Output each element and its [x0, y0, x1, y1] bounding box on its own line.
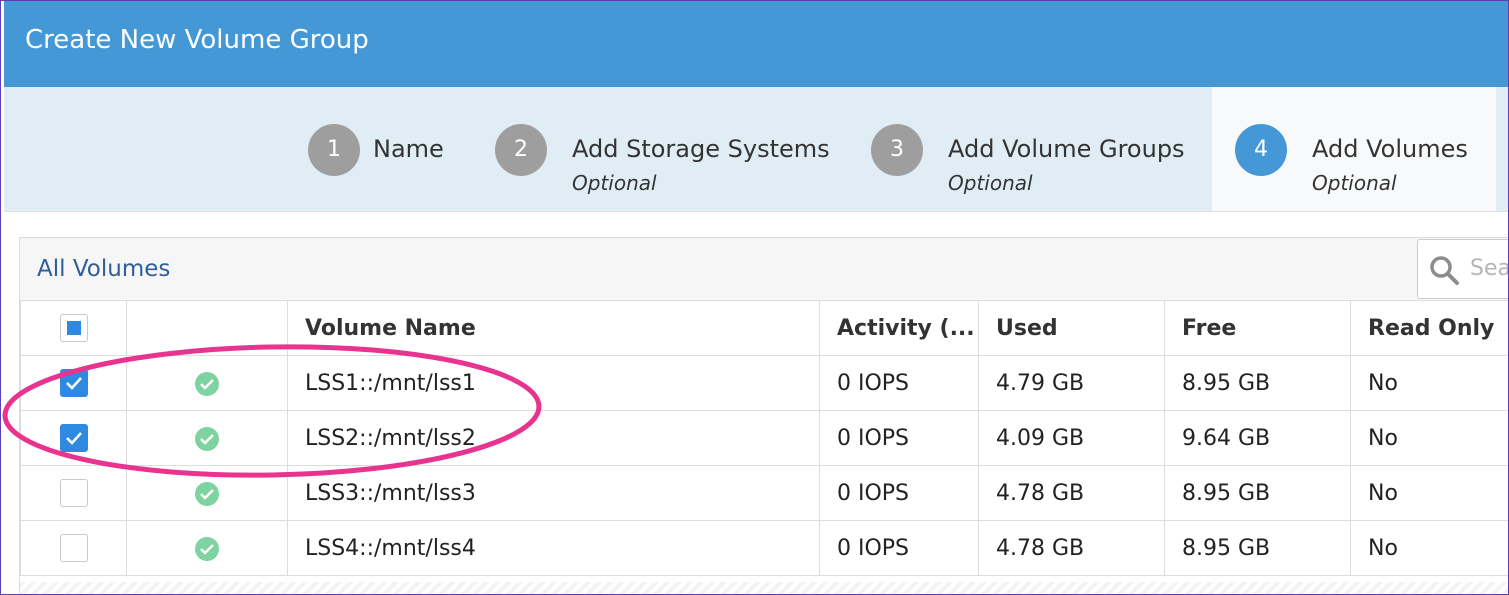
volume-read-only: No	[1350, 465, 1508, 521]
status-cell	[126, 465, 288, 521]
dialog-titlebar: Create New Volume Group	[4, 1, 1508, 87]
volume-used: 4.78 GB	[978, 520, 1165, 576]
volume-free: 8.95 GB	[1164, 465, 1351, 521]
row-select-cell	[20, 465, 127, 521]
column-header-volume-name[interactable]: Volume Name	[287, 300, 820, 356]
row-select-cell	[20, 520, 127, 576]
volume-free: 8.95 GB	[1164, 520, 1351, 576]
search-placeholder: Sea	[1470, 256, 1509, 281]
search-input[interactable]: Sea	[1417, 239, 1509, 299]
row-select-cell	[20, 410, 127, 466]
volume-used: 4.78 GB	[978, 465, 1165, 521]
volume-activity: 0 IOPS	[819, 465, 979, 521]
table-footer-stripe	[20, 582, 1508, 594]
row-checkbox[interactable]	[59, 534, 88, 562]
step-label: Add Volume Groups	[948, 135, 1185, 163]
row-checkbox[interactable]	[59, 369, 88, 397]
volume-free: 8.95 GB	[1164, 355, 1351, 411]
checkmark-icon	[65, 432, 82, 445]
volume-used: 4.79 GB	[978, 355, 1165, 411]
volume-activity: 0 IOPS	[819, 410, 979, 466]
step-number-badge: 3	[871, 124, 923, 176]
step-number-badge: 2	[495, 124, 547, 176]
table-row[interactable]: LSS2::/mnt/lss2 0 IOPS 4.09 GB 9.64 GB N…	[20, 410, 1508, 466]
step-number-badge: 4	[1235, 124, 1287, 176]
status-ok-icon	[195, 481, 219, 506]
column-header-used[interactable]: Used	[978, 300, 1165, 356]
volume-activity: 0 IOPS	[819, 520, 979, 576]
row-checkbox[interactable]	[59, 479, 88, 507]
volume-name: LSS1::/mnt/lss1	[287, 355, 820, 411]
select-all-cell	[20, 300, 127, 356]
status-ok-icon	[195, 426, 219, 451]
table-row[interactable]: LSS4::/mnt/lss4 0 IOPS 4.78 GB 8.95 GB N…	[20, 520, 1508, 576]
step-optional-label: Optional	[572, 171, 657, 195]
status-ok-icon	[195, 371, 219, 396]
volume-name: LSS2::/mnt/lss2	[287, 410, 820, 466]
step-optional-label: Optional	[1312, 171, 1397, 195]
steps-divider	[4, 211, 1508, 212]
step-number-badge: 1	[308, 124, 360, 176]
volume-free: 9.64 GB	[1164, 410, 1351, 466]
dialog-window: Create New Volume Group 1 Name 2 Add Sto…	[0, 0, 1509, 595]
row-checkbox[interactable]	[59, 424, 88, 452]
volumes-table: Volume Name Activity (... Used Free Read…	[20, 300, 1508, 576]
volume-name: LSS4::/mnt/lss4	[287, 520, 820, 576]
step-label: Add Storage Systems	[572, 135, 830, 163]
column-header-activity[interactable]: Activity (...	[819, 300, 979, 356]
panel-header: All Volumes Sea	[20, 238, 1509, 301]
search-icon	[1430, 256, 1459, 285]
column-header-free[interactable]: Free	[1164, 300, 1351, 356]
status-cell	[126, 520, 288, 576]
checkmark-icon	[65, 377, 82, 390]
dialog-title: Create New Volume Group	[25, 25, 369, 55]
volumes-panel: All Volumes Sea Volume Name Activity (..…	[19, 237, 1509, 594]
wizard-steps: 1 Name 2 Add Storage Systems Optional 3 …	[4, 87, 1508, 211]
step-optional-label: Optional	[948, 171, 1033, 195]
volume-read-only: No	[1350, 355, 1508, 411]
select-all-checkbox[interactable]	[59, 314, 88, 342]
volume-read-only: No	[1350, 520, 1508, 576]
status-cell	[126, 355, 288, 411]
volume-used: 4.09 GB	[978, 410, 1165, 466]
row-select-cell	[20, 355, 127, 411]
status-cell	[126, 410, 288, 466]
column-header-read-only[interactable]: Read Only	[1350, 300, 1508, 356]
volume-name: LSS3::/mnt/lss3	[287, 465, 820, 521]
table-row[interactable]: LSS3::/mnt/lss3 0 IOPS 4.78 GB 8.95 GB N…	[20, 465, 1508, 521]
step-label: Name	[373, 135, 444, 163]
table-row[interactable]: LSS1::/mnt/lss1 0 IOPS 4.79 GB 8.95 GB N…	[20, 355, 1508, 411]
volume-activity: 0 IOPS	[819, 355, 979, 411]
panel-title: All Volumes	[37, 256, 171, 282]
volume-read-only: No	[1350, 410, 1508, 466]
column-header-status	[126, 300, 288, 356]
status-ok-icon	[195, 536, 219, 561]
step-label: Add Volumes	[1312, 135, 1468, 163]
table-header-row: Volume Name Activity (... Used Free Read…	[20, 300, 1508, 356]
